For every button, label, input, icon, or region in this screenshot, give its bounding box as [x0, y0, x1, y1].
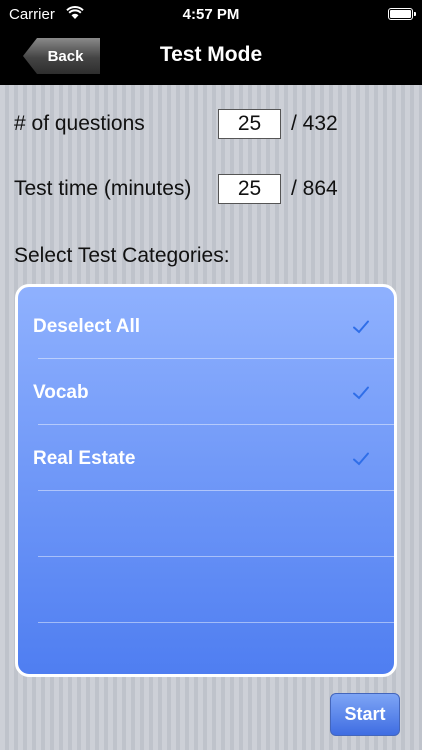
battery-icon — [388, 8, 416, 20]
navigation-bar: Carrier 4:57 PM Back Test Mode — [0, 0, 422, 85]
list-item-label: Real Estate — [33, 448, 136, 469]
test-time-label: Test time (minutes) — [14, 177, 192, 200]
category-list: Deselect All Vocab Real Estate — [15, 284, 397, 677]
row-divider — [38, 424, 394, 425]
categories-heading: Select Test Categories: — [14, 244, 230, 267]
status-bar: Carrier 4:57 PM — [0, 0, 422, 30]
row-divider — [38, 556, 394, 557]
checkmark-icon — [353, 320, 369, 334]
clock: 4:57 PM — [182, 6, 240, 23]
list-item-label: Deselect All — [33, 316, 141, 337]
questions-label: # of questions — [14, 112, 145, 135]
page-title: Test Mode — [159, 43, 263, 66]
checkmark-icon — [353, 452, 369, 466]
test-time-field[interactable]: 25 — [218, 174, 281, 204]
row-divider — [38, 622, 394, 623]
category-row-deselect-all[interactable]: Deselect All — [18, 294, 394, 360]
empty-row — [18, 492, 394, 558]
start-button[interactable]: Start — [330, 693, 400, 736]
category-row-real-estate[interactable]: Real Estate — [18, 426, 394, 492]
category-row-vocab[interactable]: Vocab — [18, 360, 394, 426]
checkmark-icon — [353, 386, 369, 400]
list-item-label: Vocab — [33, 382, 89, 403]
questions-count-field[interactable]: 25 — [218, 109, 281, 139]
row-divider — [38, 358, 394, 359]
test-time-total: / 864 — [291, 177, 338, 200]
row-divider — [38, 490, 394, 491]
empty-row — [18, 558, 394, 624]
questions-total: / 432 — [291, 112, 338, 135]
